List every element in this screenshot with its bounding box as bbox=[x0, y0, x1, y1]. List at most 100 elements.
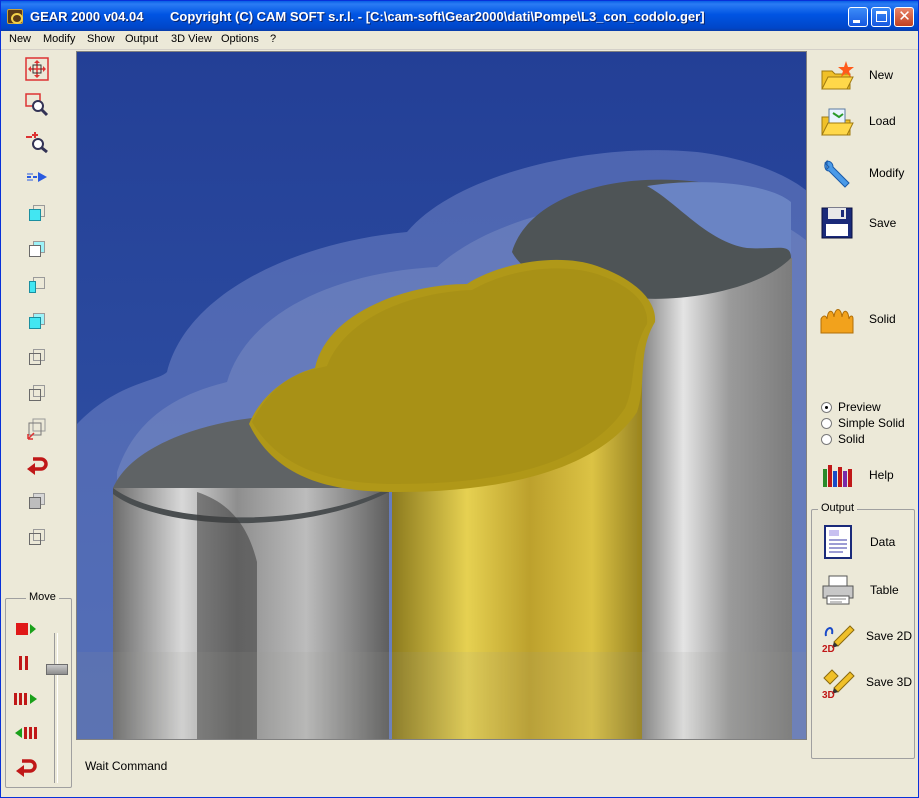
close-button[interactable]: ✕ bbox=[894, 7, 914, 27]
zoom-in-out-button[interactable] bbox=[23, 127, 51, 155]
menu-show[interactable]: Show bbox=[87, 33, 115, 45]
view-back-button[interactable] bbox=[23, 343, 51, 371]
pencil-3d-icon: 3D bbox=[820, 664, 856, 701]
save-2d-tag: 2D bbox=[822, 644, 835, 654]
data-document-icon bbox=[820, 524, 856, 560]
output-label: Output bbox=[818, 502, 858, 514]
save-3d-button[interactable]: 3D Save 3D bbox=[820, 662, 919, 702]
render-mode-solid[interactable]: Solid bbox=[821, 432, 865, 446]
radio-preview-label: Preview bbox=[838, 400, 881, 414]
pause-icon bbox=[19, 656, 28, 670]
table-label: Table bbox=[870, 583, 899, 597]
save-label: Save bbox=[869, 216, 897, 230]
menu-new[interactable]: New bbox=[9, 33, 31, 45]
minimize-icon bbox=[853, 20, 860, 23]
load-label: Load bbox=[869, 114, 896, 128]
pause-button[interactable] bbox=[12, 649, 40, 677]
view-top-button[interactable] bbox=[23, 235, 51, 263]
title-bar[interactable]: GEAR 2000 v04.04 Copyright (C) CAM SOFT … bbox=[1, 1, 918, 31]
maximize-button[interactable] bbox=[871, 7, 891, 27]
view-front-button[interactable] bbox=[23, 199, 51, 227]
menu-help[interactable]: ? bbox=[270, 33, 276, 45]
view-left-button[interactable] bbox=[23, 271, 51, 299]
save-2d-label: Save 2D bbox=[866, 629, 913, 643]
menu-3d-view[interactable]: 3D View bbox=[171, 33, 212, 45]
wrench-icon bbox=[819, 155, 855, 191]
data-button[interactable]: Data bbox=[820, 522, 919, 562]
cube-back-icon bbox=[29, 349, 45, 365]
view-bottom-button[interactable] bbox=[23, 379, 51, 407]
floppy-disk-icon bbox=[819, 205, 855, 241]
app-name: GEAR 2000 v04.04 bbox=[30, 9, 144, 24]
play-button[interactable] bbox=[12, 615, 40, 643]
cube-top-icon bbox=[29, 241, 45, 257]
menu-modify[interactable]: Modify bbox=[43, 33, 75, 45]
zoom-window-button[interactable] bbox=[23, 91, 51, 119]
zoom-window-icon bbox=[25, 93, 49, 117]
view-right-button[interactable] bbox=[23, 307, 51, 335]
maximize-icon bbox=[876, 11, 887, 22]
menu-options[interactable]: Options bbox=[221, 33, 259, 45]
window-title: Copyright (C) CAM SOFT s.r.l. - [C:\cam-… bbox=[170, 9, 705, 24]
main-window: GEAR 2000 v04.04 Copyright (C) CAM SOFT … bbox=[0, 0, 919, 798]
step-back-icon bbox=[15, 727, 37, 739]
render-mode-simple-solid[interactable]: Simple Solid bbox=[821, 416, 905, 430]
left-toolbar bbox=[1, 51, 75, 591]
modify-label: Modify bbox=[869, 166, 905, 180]
pan-arrow-icon bbox=[27, 172, 47, 182]
gear-pump-render bbox=[77, 52, 806, 739]
cube-front-icon bbox=[29, 205, 45, 221]
menu-output[interactable]: Output bbox=[125, 33, 158, 45]
view-axes-button[interactable] bbox=[23, 415, 51, 443]
status-text: Wait Command bbox=[85, 759, 168, 773]
new-button[interactable]: New bbox=[819, 55, 919, 95]
output-group: Output Data Table 2D Save 2D 3D Save 3D bbox=[811, 502, 915, 759]
menu-bar: New Modify Show Output 3D View Options ? bbox=[1, 31, 918, 50]
save-2d-button[interactable]: 2D Save 2D bbox=[820, 616, 919, 656]
minimize-button[interactable] bbox=[848, 7, 868, 27]
move-label: Move bbox=[26, 591, 59, 603]
help-button[interactable]: Help bbox=[819, 455, 919, 495]
fit-view-icon bbox=[25, 57, 49, 81]
step-forward-icon bbox=[14, 693, 37, 705]
radio-solid-label: Solid bbox=[838, 432, 865, 446]
play-icon bbox=[16, 623, 36, 635]
solid-cube-icon bbox=[29, 493, 45, 509]
axes-cube-icon bbox=[27, 418, 46, 440]
view-solid-button[interactable] bbox=[23, 487, 51, 515]
reset-arrow-icon bbox=[16, 759, 37, 777]
table-button[interactable]: Table bbox=[820, 570, 919, 610]
help-label: Help bbox=[869, 468, 894, 482]
undo-view-button[interactable] bbox=[23, 451, 51, 479]
radio-preview[interactable] bbox=[821, 401, 832, 413]
solid-label: Solid bbox=[869, 312, 896, 326]
cube-bottom-icon bbox=[29, 385, 45, 401]
fit-view-button[interactable] bbox=[23, 55, 51, 83]
pan-button[interactable] bbox=[23, 163, 51, 191]
move-slider-thumb[interactable] bbox=[46, 663, 68, 675]
gear-tooth-icon bbox=[819, 301, 855, 337]
reset-move-button[interactable] bbox=[12, 753, 40, 781]
radio-simple-solid-label: Simple Solid bbox=[838, 416, 905, 430]
step-back-button[interactable] bbox=[12, 719, 40, 747]
move-group: Move bbox=[5, 591, 72, 788]
cube-left-icon bbox=[29, 277, 45, 293]
save-button[interactable]: Save bbox=[819, 203, 919, 243]
radio-simple-solid[interactable] bbox=[821, 417, 832, 429]
render-mode-preview[interactable]: Preview bbox=[821, 400, 881, 414]
step-forward-button[interactable] bbox=[12, 685, 40, 713]
view-wireframe-button[interactable] bbox=[23, 523, 51, 551]
help-books-icon bbox=[819, 457, 855, 493]
new-folder-icon bbox=[819, 57, 855, 93]
load-button[interactable]: Load bbox=[819, 101, 919, 141]
data-label: Data bbox=[870, 535, 896, 549]
app-gear-icon[interactable] bbox=[7, 9, 23, 24]
modify-button[interactable]: Modify bbox=[819, 153, 919, 193]
right-panel: New Load Modify Save Solid Preview Simpl… bbox=[809, 51, 919, 796]
3d-viewport[interactable] bbox=[76, 51, 807, 740]
save-3d-tag: 3D bbox=[822, 690, 835, 700]
solid-button[interactable]: Solid bbox=[819, 299, 919, 339]
move-slider-track[interactable] bbox=[54, 633, 58, 783]
new-label: New bbox=[869, 68, 894, 82]
radio-solid[interactable] bbox=[821, 433, 832, 445]
